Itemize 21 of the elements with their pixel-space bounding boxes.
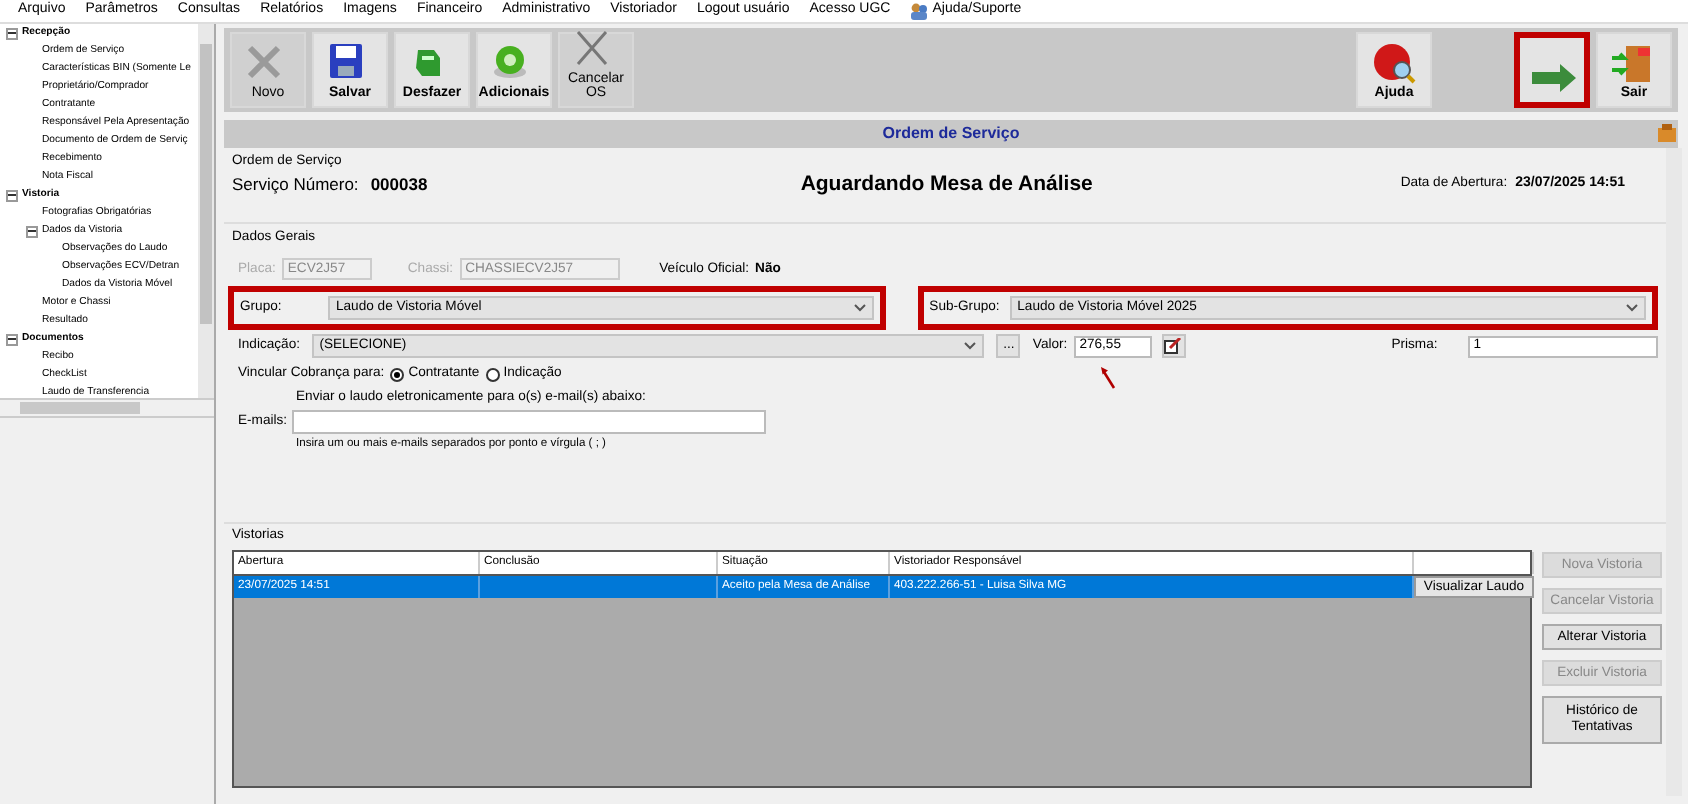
scrollbar[interactable] — [1666, 148, 1682, 796]
scrollbar[interactable] — [20, 402, 140, 414]
briefcase-icon — [1658, 124, 1676, 142]
service-number: 000038 — [370, 174, 430, 196]
help-icon — [1370, 42, 1418, 86]
edit-button[interactable] — [1161, 334, 1186, 359]
chevron-down-icon — [964, 342, 977, 351]
email-field[interactable] — [291, 410, 766, 435]
next-button[interactable] — [1514, 32, 1590, 108]
chevron-down-icon — [1626, 304, 1638, 313]
number-label: Serviço Número: — [232, 174, 359, 196]
users-icon — [910, 2, 929, 20]
chevron-down-icon — [853, 304, 866, 313]
expander-icon[interactable] — [6, 189, 18, 201]
scrollbar[interactable] — [198, 24, 214, 398]
panel-title: Ordem de Serviço — [882, 124, 1020, 144]
status-text: Aguardando Mesa de Análise — [800, 172, 1095, 198]
expander-icon[interactable] — [6, 333, 18, 345]
expander-icon[interactable] — [6, 27, 18, 39]
expander-icon[interactable] — [26, 225, 38, 237]
edit-icon — [1164, 338, 1183, 355]
